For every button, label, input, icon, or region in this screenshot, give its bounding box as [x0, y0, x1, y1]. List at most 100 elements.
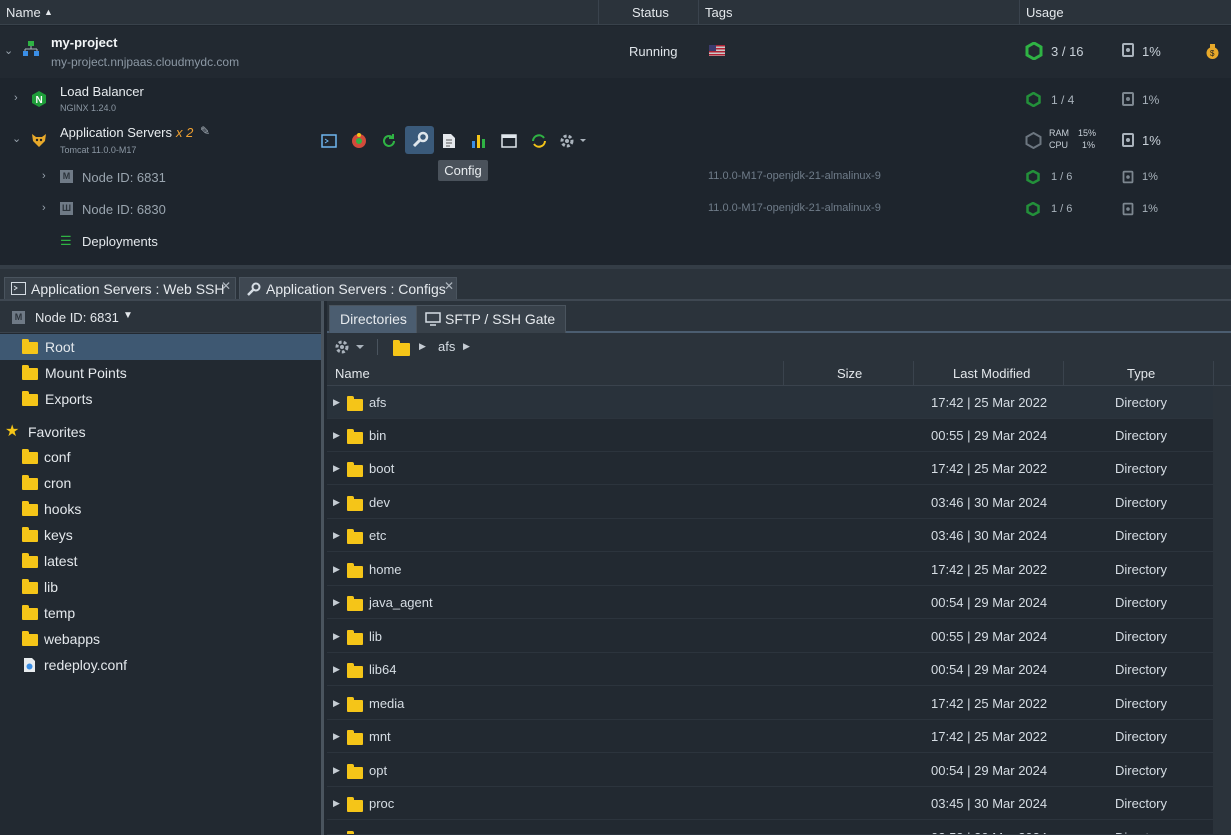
chevron-right-icon[interactable]: ›: [42, 170, 46, 182]
tree-item-label: hooks: [44, 501, 82, 517]
chevron-down-icon[interactable]: ⌄: [12, 132, 21, 145]
tree-item-favorites[interactable]: ★ Favorites: [0, 419, 321, 445]
chevron-down-icon[interactable]: ⌄: [4, 44, 13, 57]
favorite-item[interactable]: cron: [0, 470, 321, 496]
col-size-header[interactable]: Size: [837, 361, 862, 386]
root-folder-icon[interactable]: [393, 340, 410, 356]
app-servers-row[interactable]: ⌄ Application Servers x 2 ✎ Tomcat 11.0.…: [0, 120, 1231, 160]
directory-row[interactable]: ▶ opt 00:54 | 29 Mar 2024 Directory: [327, 754, 1213, 787]
node-name[interactable]: Application Servers: [60, 125, 172, 140]
directory-row[interactable]: ▶ proc 03:45 | 30 Mar 2024 Directory: [327, 787, 1213, 820]
tab-web-ssh[interactable]: Application Servers : Web SSH ✕: [4, 277, 236, 301]
tree-item-exports[interactable]: Exports: [0, 386, 321, 412]
expand-arrow-icon[interactable]: ▶: [333, 586, 340, 619]
web-ssh-icon[interactable]: [316, 128, 342, 154]
directory-row[interactable]: ▶ mnt 17:42 | 25 Mar 2022 Directory: [327, 720, 1213, 753]
directory-row[interactable]: ▶ etc 03:46 | 30 Mar 2024 Directory: [327, 519, 1213, 552]
env-name[interactable]: my-project: [51, 35, 117, 50]
deployments-row[interactable]: ☰ Deployments: [0, 228, 1231, 254]
tab-configs[interactable]: Application Servers : Configs ✕: [239, 277, 457, 301]
directory-row[interactable]: ▶ home 17:42 | 25 Mar 2022 Directory: [327, 553, 1213, 586]
statistics-icon[interactable]: [466, 128, 492, 154]
close-icon[interactable]: ✕: [444, 275, 454, 297]
directory-row[interactable]: ▶ dev 03:46 | 30 Mar 2024 Directory: [327, 486, 1213, 519]
log-icon[interactable]: [436, 128, 462, 154]
deployments-label[interactable]: Deployments: [82, 234, 158, 249]
expand-arrow-icon[interactable]: ▶: [333, 452, 340, 485]
dir-modified: 00:54 | 29 Mar 2024: [931, 763, 1048, 778]
expand-arrow-icon[interactable]: ▶: [333, 821, 340, 834]
edit-icon[interactable]: ✎: [200, 124, 210, 138]
favorite-item[interactable]: webapps: [0, 626, 321, 652]
col-name-header[interactable]: Name: [6, 0, 41, 25]
directory-row[interactable]: ▶ lib 00:55 | 29 Mar 2024 Directory: [327, 620, 1213, 653]
expand-arrow-icon[interactable]: ▶: [333, 720, 340, 753]
instance-name[interactable]: Node ID: 6831: [82, 170, 166, 185]
directory-row[interactable]: ▶ java_agent 00:54 | 29 Mar 2024 Directory: [327, 586, 1213, 619]
expand-arrow-icon[interactable]: ▶: [333, 754, 340, 787]
disk-icon: [1122, 133, 1134, 147]
col-modified-header[interactable]: Last Modified: [953, 361, 1030, 386]
directory-row[interactable]: ▶ lib64 00:54 | 29 Mar 2024 Directory: [327, 653, 1213, 686]
directory-row[interactable]: ▶ boot 17:42 | 25 Mar 2022 Directory: [327, 452, 1213, 485]
instance-row[interactable]: › M Node ID: 6831 11.0.0-M17-openjdk-21-…: [0, 162, 1231, 192]
settings-gear-icon[interactable]: [556, 128, 590, 154]
config-wrench-icon[interactable]: [405, 126, 434, 154]
favorite-item[interactable]: conf: [0, 444, 321, 470]
ram-value: 15%: [1078, 128, 1097, 138]
favorite-item[interactable]: temp: [0, 600, 321, 626]
directory-row[interactable]: ▶ run 02:58 | 30 Mar 2024 Directory: [327, 821, 1213, 835]
expand-arrow-icon[interactable]: ▶: [333, 687, 340, 720]
restart-icon[interactable]: [376, 128, 402, 154]
tree-item-mount-points[interactable]: Mount Points: [0, 360, 321, 386]
scrollbar[interactable]: [1213, 386, 1231, 835]
favorite-item[interactable]: redeploy.conf: [0, 652, 321, 678]
tab-directories[interactable]: Directories: [329, 305, 418, 333]
folder-icon: [347, 563, 363, 578]
col-usage-header[interactable]: Usage: [1026, 0, 1064, 25]
tab-sftp-ssh-gate[interactable]: SFTP / SSH Gate: [416, 305, 567, 333]
redeploy-icon[interactable]: [526, 128, 552, 154]
load-balancer-row[interactable]: › N Load Balancer NGINX 1.24.0 1 / 4 1%: [0, 80, 1231, 118]
tree-item-root[interactable]: Root: [0, 334, 321, 360]
tree-item-label: keys: [44, 527, 73, 543]
expand-arrow-icon[interactable]: ▶: [333, 620, 340, 653]
favorite-item[interactable]: lib: [0, 574, 321, 600]
favorite-item[interactable]: latest: [0, 548, 321, 574]
col-name-header[interactable]: Name: [335, 361, 370, 386]
env-row[interactable]: ⌄ my-project my-project.nnjpaas.cloudmyd…: [0, 26, 1231, 78]
instance-name[interactable]: Node ID: 6830: [82, 202, 166, 217]
expand-arrow-icon[interactable]: ▶: [333, 553, 340, 586]
expand-arrow-icon[interactable]: ▶: [333, 653, 340, 686]
directory-row[interactable]: ▶ media 17:42 | 25 Mar 2022 Directory: [327, 687, 1213, 720]
col-status-header[interactable]: Status: [632, 0, 669, 25]
env-domain[interactable]: my-project.nnjpaas.cloudmydc.com: [51, 55, 239, 69]
node-name[interactable]: Load Balancer: [60, 84, 144, 99]
expand-arrow-icon[interactable]: ▶: [333, 519, 340, 552]
directory-row[interactable]: ▶ afs 17:42 | 25 Mar 2022 Directory: [327, 386, 1213, 419]
expand-arrow-icon[interactable]: ▶: [333, 486, 340, 519]
billing-icon[interactable]: $: [1205, 42, 1220, 60]
instance-row[interactable]: › Ш Node ID: 6830 11.0.0-M17-openjdk-21-…: [0, 194, 1231, 224]
settings-gear-icon[interactable]: [334, 339, 368, 355]
expand-arrow-icon[interactable]: ▶: [333, 386, 340, 419]
close-icon[interactable]: ✕: [221, 275, 231, 297]
favorite-item[interactable]: keys: [0, 522, 321, 548]
directory-row[interactable]: ▶ bin 00:55 | 29 Mar 2024 Directory: [327, 419, 1213, 452]
chevron-right-icon[interactable]: ›: [14, 92, 18, 104]
node-version: NGINX 1.24.0: [60, 103, 117, 113]
favorite-item[interactable]: hooks: [0, 496, 321, 522]
folder-icon: [347, 730, 363, 745]
breadcrumb-afs[interactable]: afs: [438, 339, 455, 354]
addons-icon[interactable]: [346, 128, 372, 154]
chevron-right-icon[interactable]: ›: [42, 202, 46, 214]
tree-item-label: webapps: [44, 631, 101, 647]
node-selector[interactable]: M Node ID: 6831 ▼: [0, 301, 321, 333]
dir-type: Directory: [1115, 662, 1168, 677]
col-tags-header[interactable]: Tags: [705, 0, 732, 25]
expand-arrow-icon[interactable]: ▶: [333, 787, 340, 820]
col-type-header[interactable]: Type: [1127, 361, 1155, 386]
node-count[interactable]: x 2: [176, 125, 193, 140]
web-terminal-icon[interactable]: [496, 128, 522, 154]
expand-arrow-icon[interactable]: ▶: [333, 419, 340, 452]
